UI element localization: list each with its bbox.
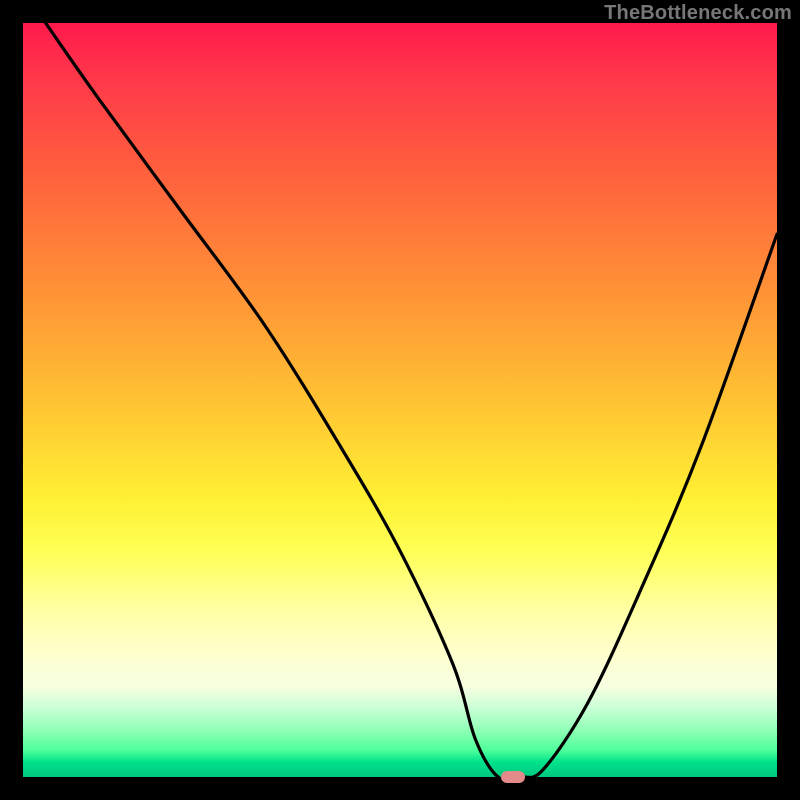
chart-frame: TheBottleneck.com xyxy=(0,0,800,800)
plot-area xyxy=(23,23,777,777)
optimal-marker xyxy=(501,771,525,783)
attribution-label: TheBottleneck.com xyxy=(604,2,792,25)
bottleneck-curve xyxy=(23,23,777,777)
